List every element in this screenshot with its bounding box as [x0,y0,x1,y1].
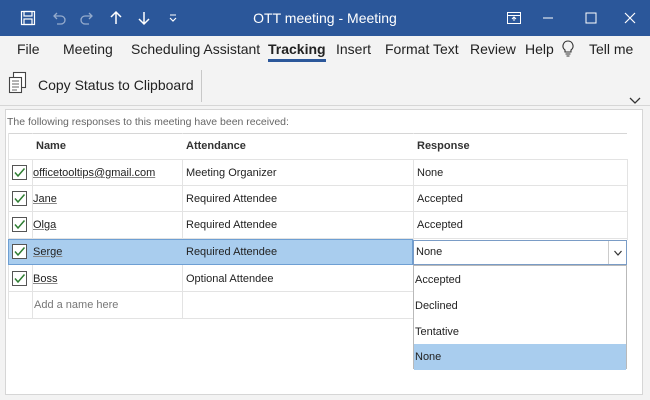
attendee-response[interactable]: Accepted [417,212,463,238]
title-bar: OTT meeting - Meeting [0,0,650,36]
undo-icon[interactable] [46,0,72,36]
minimize-icon[interactable] [528,0,568,36]
tell-me-search[interactable]: Tell me [589,41,633,57]
tab-scheduling-assistant[interactable]: Scheduling Assistant [131,41,260,57]
ribbon-tabs: File Meeting Scheduling Assistant Tracki… [0,36,650,66]
add-name-row[interactable]: Add a name here [8,292,413,318]
add-name-input[interactable]: Add a name here [34,292,118,318]
redo-icon[interactable] [74,0,100,36]
table-row[interactable]: Boss Optional Attendee [8,266,413,292]
tab-meeting[interactable]: Meeting [63,41,113,57]
table-row[interactable]: officetooltips@gmail.com Meeting Organiz… [8,160,627,186]
response-option-accepted[interactable]: Accepted [414,267,626,293]
copy-status-label: Copy Status to Clipboard [38,77,194,93]
response-dropdown[interactable]: None [413,240,627,265]
attendee-response[interactable]: None [417,160,443,186]
response-dropdown-menu: Accepted Declined Tentative None [413,265,627,370]
tab-format-text[interactable]: Format Text [385,41,459,57]
maximize-icon[interactable] [571,0,611,36]
response-option-declined[interactable]: Declined [414,293,626,319]
tab-help[interactable]: Help [525,41,554,57]
customize-icon[interactable] [162,0,184,36]
attendee-checkbox[interactable] [12,165,27,180]
table-row[interactable]: Jane Required Attendee Accepted [8,186,627,212]
response-dropdown-value: None [416,246,443,258]
attendee-attendance[interactable]: Required Attendee [186,186,277,212]
table-row-selected[interactable]: Serge Required Attendee [8,239,413,265]
table-row[interactable]: Olga Required Attendee Accepted [8,212,627,238]
attendee-attendance[interactable]: Optional Attendee [186,266,273,292]
attendee-name[interactable]: officetooltips@gmail.com [33,160,155,186]
tab-file[interactable]: File [17,41,40,57]
copy-status-button[interactable]: Copy Status to Clipboard [8,68,196,102]
chevron-down-icon[interactable] [628,92,642,104]
grid-line [8,318,413,319]
attendee-response[interactable]: Accepted [417,186,463,212]
grid-vline [627,159,628,240]
column-header-attendance[interactable]: Attendance [182,134,413,159]
attendee-name[interactable]: Serge [33,239,62,265]
attendee-checkbox[interactable] [12,271,27,286]
attendee-checkbox[interactable] [12,244,27,259]
save-icon[interactable] [10,0,46,36]
attendee-name[interactable]: Jane [33,186,57,212]
info-text: The following responses to this meeting … [7,116,289,128]
close-icon[interactable] [610,0,650,36]
tab-tracking[interactable]: Tracking [268,41,326,62]
column-header-name[interactable]: Name [32,134,182,159]
tab-insert[interactable]: Insert [336,41,371,57]
chevron-down-icon[interactable] [608,241,626,264]
lightbulb-icon[interactable] [562,40,574,60]
attendee-checkbox[interactable] [12,191,27,206]
attendee-attendance[interactable]: Meeting Organizer [186,160,277,186]
ribbon-panel: Copy Status to Clipboard [0,66,650,106]
attendee-name[interactable]: Boss [33,266,57,292]
attendee-checkbox[interactable] [12,217,27,232]
ribbon-separator [201,70,202,102]
down-arrow-icon[interactable] [131,0,157,36]
up-arrow-icon[interactable] [103,0,129,36]
attendee-name[interactable]: Olga [33,212,56,238]
column-header-response[interactable]: Response [413,134,627,159]
attendee-attendance[interactable]: Required Attendee [186,239,277,265]
tab-review[interactable]: Review [470,41,516,57]
attendee-attendance[interactable]: Required Attendee [186,212,277,238]
response-option-none[interactable]: None [414,344,626,370]
copy-icon [8,71,30,100]
response-option-tentative[interactable]: Tentative [414,319,626,345]
